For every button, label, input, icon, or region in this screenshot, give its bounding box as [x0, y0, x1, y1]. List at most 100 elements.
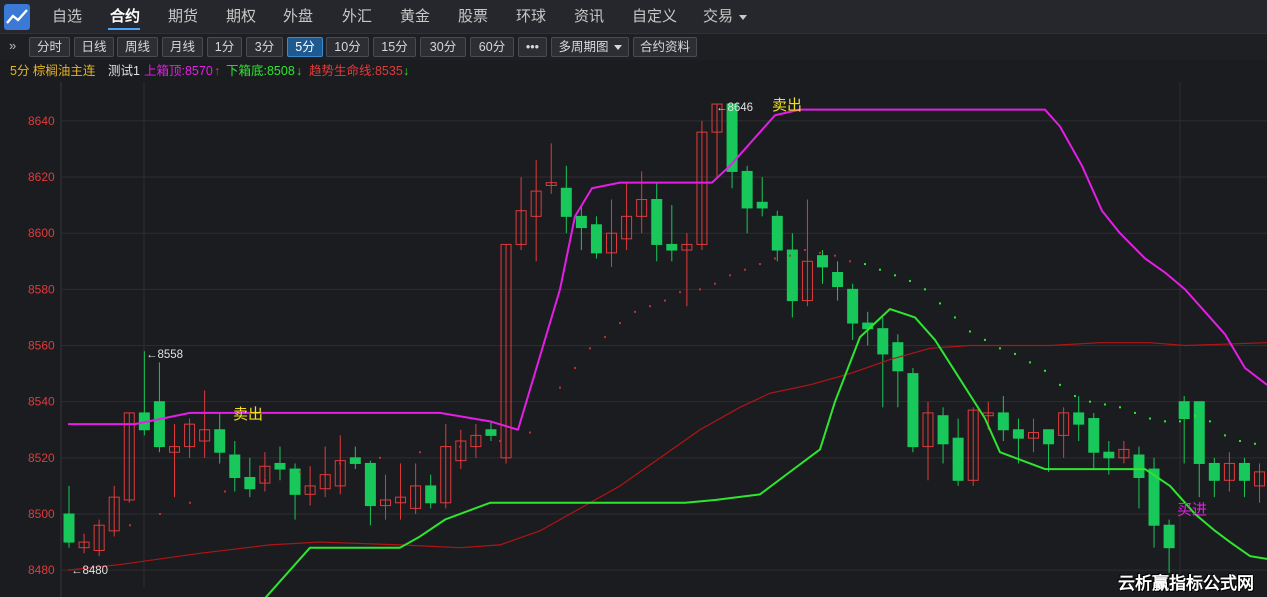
nav-item-label: 交易 [703, 8, 734, 25]
period-button-10[interactable]: 60分 [470, 37, 514, 57]
period-button-4[interactable]: 1分 [207, 37, 242, 57]
nav-item-0[interactable]: 自选 [52, 0, 82, 34]
candle-down [952, 437, 964, 481]
up-arrow-icon: ↑ [214, 64, 221, 78]
trail-dot [604, 336, 606, 339]
nav-item-label: 期货 [168, 8, 199, 25]
nav-item-label: 自选 [52, 8, 83, 25]
candle-down [425, 485, 437, 504]
lower-box-line [264, 308, 1267, 597]
period-button-13[interactable]: 合约资料 [633, 37, 697, 57]
trail-dot [879, 268, 881, 271]
period-button-6[interactable]: 5分 [287, 37, 323, 57]
candle-down [817, 255, 828, 268]
trail-dot [1164, 420, 1166, 423]
y-tick-label: 8560 [28, 339, 55, 353]
period-button-5[interactable]: 3分 [246, 37, 283, 57]
period-button-7[interactable]: 10分 [326, 37, 369, 57]
candle-down [1012, 429, 1024, 439]
trail-dot [1209, 420, 1211, 423]
y-tick-label: 8600 [28, 226, 55, 240]
trail-dot [729, 274, 731, 277]
price-annotation: ←8646 [716, 102, 753, 114]
trail-dot [789, 254, 791, 257]
chevron-down-icon [613, 45, 622, 51]
trail-dot [529, 431, 531, 434]
y-tick-label: 8620 [28, 170, 55, 184]
candlestick-chart[interactable]: 8480 8500 8520 8540 8560 8580 8600 8620 8640 ←855… [0, 82, 1267, 597]
expand-toolbar-icon[interactable]: » [9, 38, 16, 53]
period-button-2[interactable]: 周线 [117, 37, 158, 57]
nav-item-label: 股票 [458, 8, 489, 25]
candle-down [1133, 454, 1145, 478]
trail-dot [619, 322, 621, 325]
signal-label: 卖出 [772, 97, 802, 114]
period-button-12[interactable]: 多周期图 [551, 37, 629, 57]
candle-down [726, 103, 738, 172]
candle-down [832, 272, 844, 288]
candle-down [349, 457, 361, 464]
chevron-down-icon [739, 14, 748, 20]
period-button-8[interactable]: 15分 [373, 37, 416, 57]
trail-dot [159, 512, 161, 515]
trail-dot [774, 257, 776, 260]
period-button-label: 60分 [478, 40, 506, 54]
period-button-label: 15分 [381, 40, 408, 54]
candle-down [364, 462, 376, 507]
candle-down [274, 462, 286, 470]
nav-item-8[interactable]: 环球 [516, 0, 546, 34]
candle-down [214, 429, 226, 453]
trail-dot [589, 347, 591, 350]
period-button-3[interactable]: 月线 [162, 37, 203, 57]
app-logo-icon[interactable] [4, 4, 30, 30]
period-button-1[interactable]: 日线 [74, 37, 114, 57]
nav-item-10[interactable]: 自定义 [632, 0, 677, 34]
period-button-label: 日线 [81, 40, 107, 54]
chart-canvas[interactable]: 8480 8500 8520 8540 8560 8580 8600 8620 8640 ←855… [0, 82, 1267, 597]
candle-down [847, 288, 859, 324]
candle-down [1208, 462, 1220, 481]
nav-item-label: 资讯 [574, 8, 605, 25]
nav-item-9[interactable]: 资讯 [574, 0, 604, 34]
nav-item-6[interactable]: 黄金 [400, 0, 430, 34]
candle-down [907, 373, 919, 448]
price-annotation: ←8480 [71, 565, 108, 577]
active-tab-underline [108, 28, 140, 30]
y-tick-label: 8520 [28, 451, 55, 465]
nav-item-label: 期权 [226, 8, 257, 25]
period-toolbar: » 分时 日线 周线 月线 1分 3分 5分 10分 15分 30分 60分 ••• 多周期图 合约资料 [0, 34, 1267, 60]
trail-dot [189, 501, 191, 504]
trail-dot [1179, 420, 1181, 423]
nav-item-label: 自定义 [632, 8, 678, 25]
candle-down [560, 187, 572, 217]
candle-down [786, 249, 798, 302]
down-arrow-icon: ↓ [296, 64, 303, 78]
trail-dot [759, 263, 761, 266]
candle-down [771, 215, 783, 251]
nav-item-5[interactable]: 外汇 [342, 0, 372, 34]
nav-item-4[interactable]: 外盘 [283, 0, 313, 34]
period-button-label: 3分 [254, 40, 275, 54]
period-button-0[interactable]: 分时 [29, 37, 70, 57]
lifeline-line [67, 342, 1267, 571]
candle-down [666, 243, 678, 251]
candle-down [877, 328, 889, 355]
period-button-11[interactable]: ••• [518, 37, 547, 57]
nav-item-label: 外盘 [283, 8, 314, 25]
y-tick-label: 8540 [28, 395, 55, 409]
indicator-name: 测试1 [108, 64, 140, 78]
nav-item-11[interactable]: 交易 [703, 0, 748, 34]
nav-item-3[interactable]: 期权 [226, 0, 256, 34]
trail-dot [954, 316, 956, 319]
trail-dot [969, 330, 971, 333]
signal-label: 卖出 [233, 406, 263, 423]
period-button-label: 月线 [169, 40, 195, 54]
period-button-9[interactable]: 30分 [420, 37, 466, 57]
trail-dot [804, 249, 806, 252]
trail-dot [664, 299, 666, 302]
nav-item-7[interactable]: 股票 [458, 0, 488, 34]
trail-dot [1194, 414, 1196, 417]
trail-dot [264, 479, 266, 482]
candle-down [1088, 418, 1100, 453]
nav-item-2[interactable]: 期货 [168, 0, 198, 34]
